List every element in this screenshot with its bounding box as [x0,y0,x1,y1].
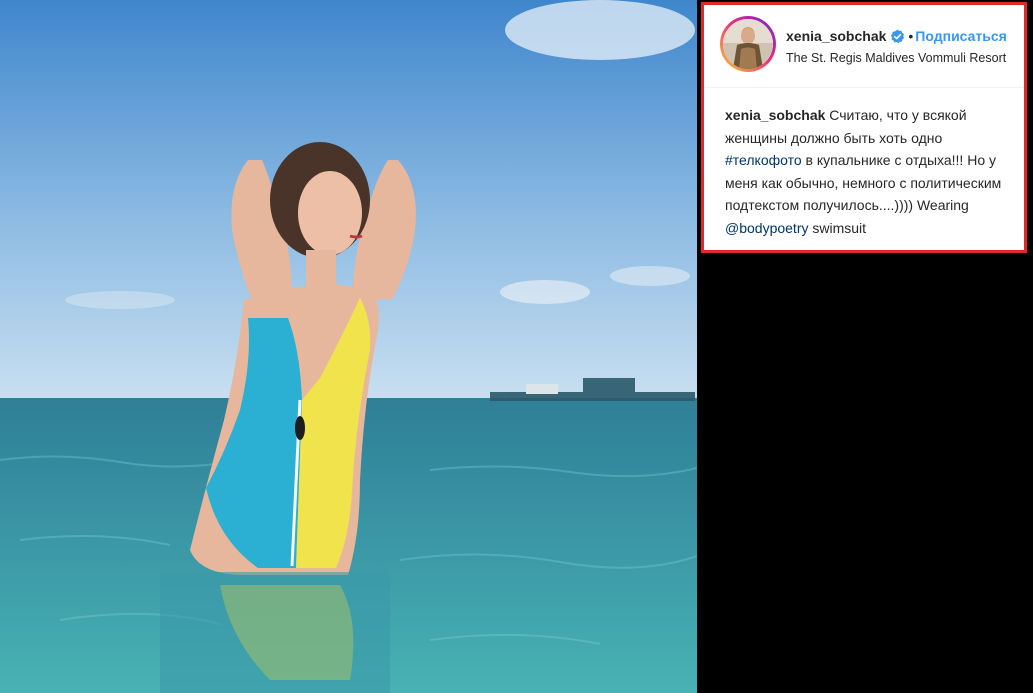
post-caption: xenia_sobchak Считаю, что у всякой женщи… [725,104,1021,239]
username-link[interactable]: xenia_sobchak [786,28,886,44]
caption-text-3: swimsuit [812,219,867,236]
header-user-row: xenia_sobchak • Подписаться [786,27,1007,45]
follow-button[interactable]: Подписаться [915,28,1007,44]
caption-username-link[interactable]: xenia_sobchak [725,107,825,123]
avatar-image [723,19,773,69]
post-info-panel: xenia_sobchak • Подписаться The St. Regis… [701,2,1027,253]
verified-badge-icon [891,29,905,44]
location-link[interactable]: The St. Regis Maldives Vommuli Resort [786,51,1006,65]
caption-mention-link[interactable]: @bodypoetry [725,220,808,236]
caption-hashtag-link[interactable]: #телкофото [725,152,802,168]
instagram-post: xenia_sobchak • Подписаться The St. Regis… [0,0,1033,693]
photo-illustration [0,0,697,693]
header-separator: • [908,28,914,44]
post-header: xenia_sobchak • Подписаться The St. Regis… [704,5,1024,88]
post-photo[interactable] [0,0,697,693]
avatar-portrait [723,19,773,69]
post-sidebar: xenia_sobchak • Подписаться The St. Regis… [697,0,1033,693]
avatar[interactable] [720,16,776,72]
